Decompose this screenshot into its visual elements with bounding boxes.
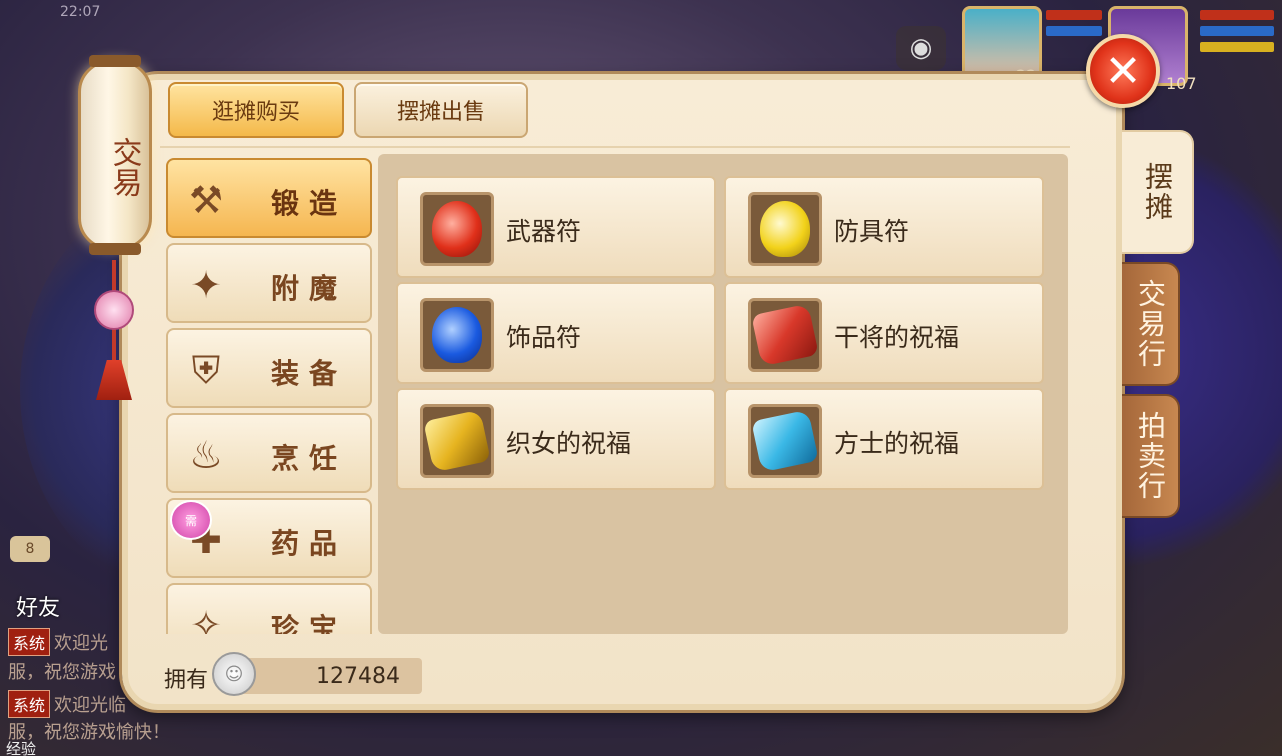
- category-label: 珍宝: [270, 612, 347, 634]
- browse-stall-buy-tab[interactable]: 逛摊购买: [168, 82, 344, 138]
- magic-wand-icon: ✦: [190, 263, 222, 307]
- friend-button[interactable]: 好友: [16, 590, 60, 622]
- lantern-cap: [89, 55, 141, 67]
- category-label: 装备: [270, 357, 347, 390]
- set-stall-sell-tab[interactable]: 摆摊出售: [354, 82, 528, 138]
- lantern-cap: [89, 243, 141, 255]
- tab-auction-house[interactable]: 拍卖行: [1122, 394, 1180, 518]
- silver-amount: 127484: [232, 658, 422, 694]
- item-slot: [748, 298, 822, 372]
- item-card[interactable]: 防具符: [724, 176, 1044, 278]
- lantern-label: 交易: [106, 137, 142, 197]
- tassel-fringe: [96, 360, 132, 400]
- player-hp-bar: [1200, 10, 1274, 20]
- category-label: 药品: [270, 527, 347, 560]
- item-slot: [420, 298, 494, 372]
- item-slot: [748, 192, 822, 266]
- tab-trading-house[interactable]: 交易行: [1122, 262, 1180, 386]
- pet-hp-bar: [1046, 10, 1102, 20]
- item-name: 饰品符: [506, 323, 582, 352]
- close-icon[interactable]: ✕: [1086, 34, 1160, 108]
- player-exp-bar: [1200, 42, 1274, 52]
- chat-text: 欢迎光: [54, 633, 109, 654]
- category-list[interactable]: ⚒ 锻造 ✦ 附魔 ⛨ 装备 ♨ 烹饪 ✚ 药品 ✧ 珍宝: [166, 156, 374, 634]
- yellow-talisman-icon: [760, 201, 810, 257]
- category-cooking[interactable]: ♨ 烹饪: [166, 413, 372, 493]
- player-level: 107: [1166, 74, 1197, 93]
- player-mp-bar: [1200, 26, 1274, 36]
- category-treasure[interactable]: ✧ 珍宝: [166, 583, 372, 634]
- item-name: 干将的祝福: [834, 323, 960, 352]
- blue-talisman-icon: [432, 307, 482, 363]
- hammer-icon: ⚒: [188, 178, 224, 222]
- item-card[interactable]: 方士的祝福: [724, 388, 1044, 490]
- item-slot: [420, 192, 494, 266]
- red-talisman-icon: [432, 201, 482, 257]
- category-enchant[interactable]: ✦ 附魔: [166, 243, 372, 323]
- item-card[interactable]: 织女的祝福: [396, 388, 716, 490]
- chat-tag-system: 系统: [8, 628, 51, 656]
- owned-label: 拥有: [164, 668, 209, 693]
- pet-mp-bar: [1046, 26, 1102, 36]
- category-label: 烹饪: [270, 442, 347, 475]
- category-label: 附魔: [270, 272, 347, 305]
- status-time: 22:07: [60, 4, 101, 20]
- item-name: 武器符: [506, 217, 582, 246]
- gold-scroll-icon: [423, 409, 491, 473]
- item-grid: 武器符 防具符 饰品符 干将的祝福 织女的祝福 方士的祝福: [378, 154, 1068, 634]
- divider: [160, 146, 1070, 148]
- armor-icon: ⛨: [191, 347, 221, 392]
- chat-text: 欢迎光临: [54, 695, 127, 716]
- item-name: 织女的祝福: [506, 429, 632, 458]
- cyan-scroll-icon: [751, 409, 819, 473]
- camera-icon[interactable]: ◉: [896, 26, 946, 70]
- treasure-icon: ✧: [190, 603, 222, 634]
- category-forge[interactable]: ⚒ 锻造: [166, 158, 372, 238]
- unread-count-badge[interactable]: 8: [10, 536, 50, 562]
- cooking-pot-icon: ♨: [188, 433, 224, 477]
- need-badge: 需: [170, 500, 212, 540]
- trade-lantern-title: 交易: [78, 55, 152, 255]
- item-name: 方士的祝福: [834, 429, 960, 458]
- item-slot: [748, 404, 822, 478]
- category-label: 锻造: [270, 187, 347, 220]
- silver-coin-icon: ☺: [212, 652, 256, 696]
- charm-ball: [94, 290, 134, 330]
- category-equipment[interactable]: ⛨ 装备: [166, 328, 372, 408]
- chat-text: 服，祝您游戏: [8, 662, 116, 683]
- tab-stall[interactable]: 摆摊: [1122, 130, 1194, 254]
- item-card[interactable]: 干将的祝福: [724, 282, 1044, 384]
- item-slot: [420, 404, 494, 478]
- chat-tag-system: 系统: [8, 690, 51, 718]
- chat-line: 系统 欢迎光: [8, 628, 108, 656]
- item-card[interactable]: 武器符: [396, 176, 716, 278]
- red-scroll-icon: [751, 303, 819, 367]
- chat-line: 服，祝您游戏: [8, 658, 116, 684]
- lantern-tassel: [94, 260, 134, 400]
- item-name: 防具符: [834, 217, 910, 246]
- item-card[interactable]: 饰品符: [396, 282, 716, 384]
- exp-label: 经验: [6, 740, 37, 756]
- chat-line: 系统 欢迎光临: [8, 690, 126, 718]
